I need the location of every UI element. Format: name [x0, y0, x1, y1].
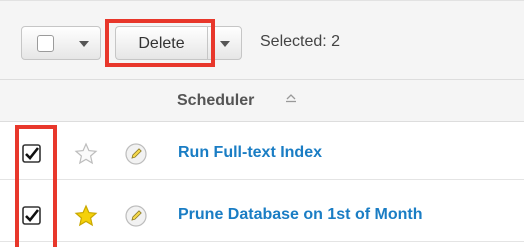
table-header: Scheduler [0, 80, 524, 122]
chevron-down-icon[interactable] [79, 41, 89, 47]
list-toolbar: Delete Selected: 2 [0, 0, 524, 80]
actions-dropdown-button[interactable] [207, 26, 242, 60]
selected-count: Selected: 2 [260, 33, 341, 50]
select-all-checkbox[interactable] [37, 35, 54, 52]
mass-select-button[interactable] [21, 26, 101, 60]
column-header-scheduler[interactable]: Scheduler [177, 92, 254, 110]
table-row: Prune Database on 1st of Month [0, 190, 524, 242]
sort-icon[interactable] [285, 93, 297, 109]
pencil-icon[interactable] [124, 204, 148, 228]
pencil-icon[interactable] [124, 142, 148, 166]
star-icon[interactable] [74, 204, 98, 228]
star-icon[interactable] [74, 142, 98, 166]
table-row: Run Full-text Index [0, 128, 524, 180]
chevron-down-icon [220, 41, 230, 47]
scheduler-link[interactable]: Run Full-text Index [178, 144, 322, 162]
row-checkbox[interactable] [22, 144, 42, 164]
row-checkbox[interactable] [22, 206, 42, 226]
delete-button-label: Delete [138, 35, 185, 52]
scheduler-link[interactable]: Prune Database on 1st of Month [178, 206, 422, 224]
delete-button[interactable]: Delete [115, 26, 207, 60]
